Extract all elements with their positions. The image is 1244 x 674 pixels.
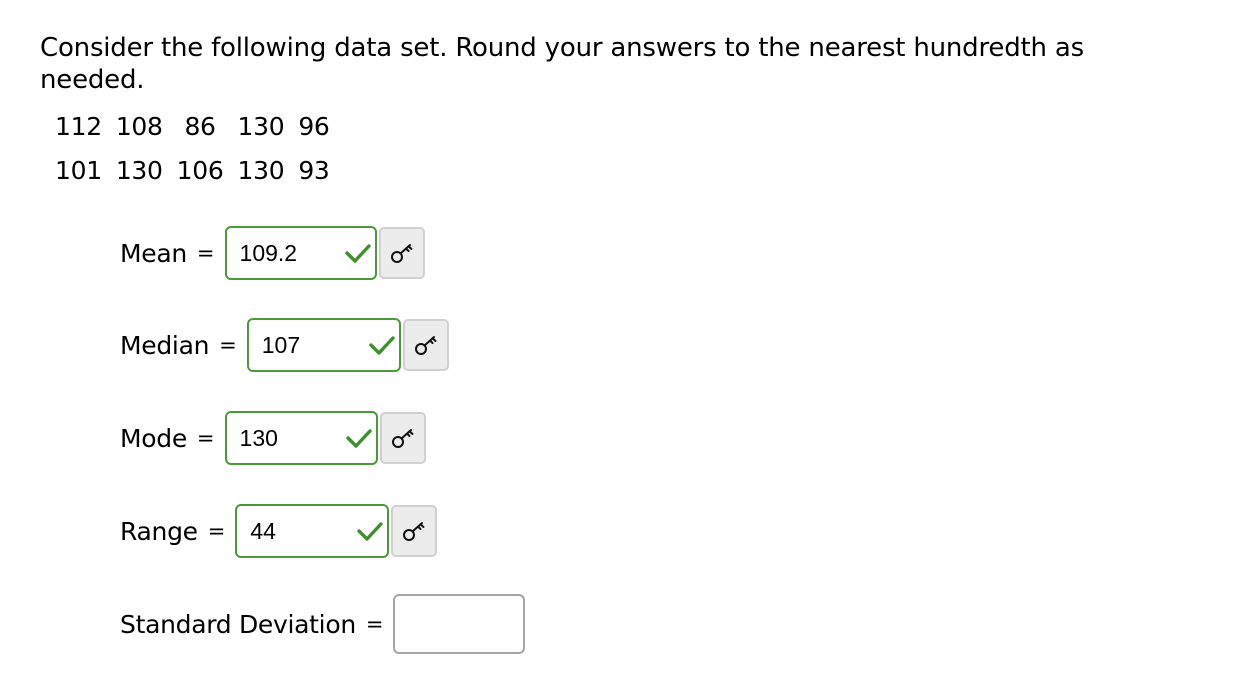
standard-deviation-input[interactable] — [393, 594, 526, 654]
mode-label: Mode — [120, 423, 187, 453]
key-icon — [403, 522, 425, 541]
equals-sign: = — [196, 426, 215, 450]
equals-sign: = — [219, 333, 237, 357]
question-instructions: Consider the following data set. Round y… — [40, 33, 1084, 95]
mode-input[interactable]: 130 — [224, 411, 378, 465]
data-value: 108 — [115, 111, 163, 141]
checkmark-icon — [344, 244, 371, 263]
mean-input[interactable]: 109.2 — [224, 226, 377, 280]
key-icon — [414, 336, 437, 355]
data-row: 112 108 86 130 96 — [40, 104, 337, 148]
data-set-table: 112 108 86 130 96 101 130 106 130 93 — [40, 104, 337, 192]
equals-sign: = — [196, 241, 215, 265]
range-value: 44 — [250, 517, 276, 544]
data-value: 130 — [237, 111, 285, 141]
data-value: 130 — [115, 155, 163, 185]
checkmark-icon — [345, 429, 372, 448]
key-icon — [390, 244, 413, 263]
data-value: 96 — [298, 111, 330, 141]
median-value: 107 — [261, 331, 301, 358]
standard-deviation-answer-row: Standard Deviation = — [120, 594, 526, 654]
mean-label: Mean — [120, 238, 187, 268]
data-value: 86 — [184, 111, 216, 141]
data-value: 93 — [298, 155, 330, 185]
checkmark-icon — [369, 336, 395, 355]
data-value: 112 — [55, 111, 102, 141]
mode-answer-row: Mode = 130 — [120, 408, 426, 468]
median-input[interactable]: 107 — [246, 318, 401, 372]
equals-sign: = — [365, 612, 384, 636]
median-answer-row: Median = 107 — [120, 315, 449, 375]
median-show-answer-button[interactable] — [402, 319, 449, 371]
mean-value: 109.2 — [239, 239, 298, 266]
range-answer-row: Range = 44 — [120, 501, 438, 561]
mean-answer-row: Mean = 109.2 — [120, 223, 425, 283]
data-value: 106 — [176, 155, 224, 185]
range-label: Range — [120, 516, 198, 546]
key-icon — [391, 429, 414, 448]
range-input[interactable]: 44 — [235, 504, 390, 558]
mode-value: 130 — [239, 424, 278, 451]
data-value: 101 — [55, 155, 102, 185]
equals-sign: = — [207, 519, 226, 543]
range-show-answer-button[interactable] — [391, 505, 438, 557]
mode-show-answer-button[interactable] — [379, 412, 426, 464]
median-label: Median — [120, 330, 210, 360]
data-row: 101 130 106 130 93 — [40, 148, 337, 192]
data-value: 130 — [237, 155, 285, 185]
checkmark-icon — [357, 522, 384, 541]
standard-deviation-label: Standard Deviation — [120, 609, 356, 639]
mean-show-answer-button[interactable] — [378, 227, 425, 279]
